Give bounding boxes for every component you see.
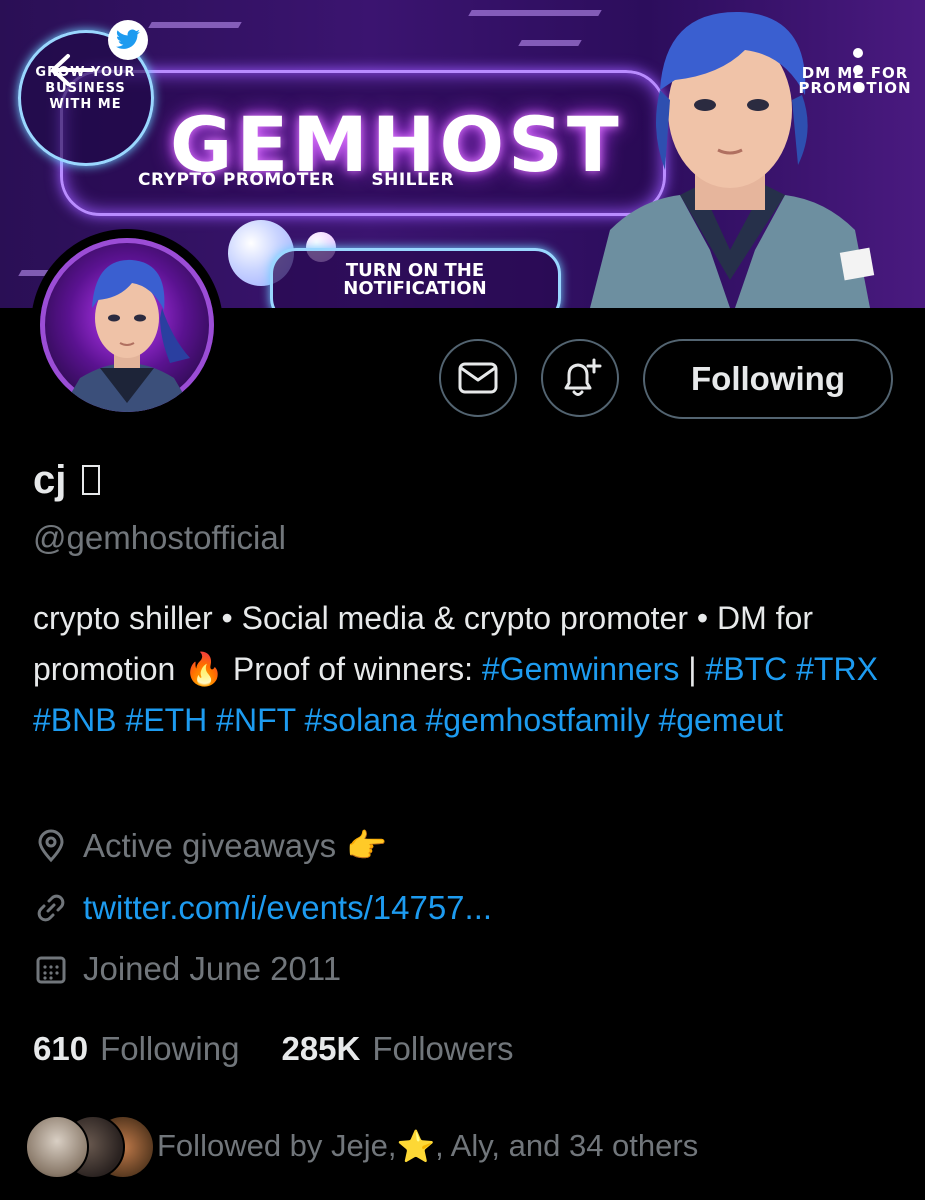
following-label: Following xyxy=(100,1030,240,1067)
url-row: twitter.com/i/events/14757... xyxy=(33,888,492,928)
profile-avatar[interactable] xyxy=(31,229,223,421)
following-count: 610 xyxy=(33,1030,89,1067)
banner-notify-text: TURN ON THE NOTIFICATION xyxy=(343,260,487,299)
fire-emoji-icon: 🔥 xyxy=(184,651,225,687)
location-row: Active giveaways 👉 xyxy=(33,826,387,866)
more-options-button[interactable] xyxy=(838,44,878,96)
link-icon xyxy=(33,890,69,926)
pointing-right-emoji-icon: 👉 xyxy=(346,826,388,864)
avatar-image xyxy=(40,238,214,412)
followers-count: 285K xyxy=(281,1030,361,1067)
back-button[interactable] xyxy=(46,48,96,92)
banner-subtitle: CRYPTO PROMOTER SHILLER xyxy=(138,170,454,190)
followed-by-row[interactable]: Followed by Jeje, ⭐, Aly, and 34 others xyxy=(25,1113,698,1179)
profile-bio: crypto shiller • Social media & crypto p… xyxy=(33,593,903,746)
banner-subtitle-right: SHILLER xyxy=(371,170,455,190)
envelope-icon xyxy=(458,362,498,394)
banner-subtitle-left: CRYPTO PROMOTER xyxy=(138,170,335,190)
followed-by-text: , Aly, and 34 others xyxy=(435,1128,699,1163)
followers-label: Followers xyxy=(372,1030,514,1067)
followers-stat[interactable]: 285K Followers xyxy=(281,1030,513,1068)
profile-stats: 610 Following 285K Followers xyxy=(33,1027,514,1071)
bio-separator: | xyxy=(679,651,706,687)
followed-by-text: Followed by Jeje, xyxy=(157,1128,397,1163)
banner-streak xyxy=(148,22,242,28)
location-text: Active giveaways xyxy=(83,827,337,864)
unknown-glyph-icon xyxy=(82,465,101,495)
location-pin-icon xyxy=(33,828,69,864)
bell-plus-icon xyxy=(564,358,602,396)
star-emoji-icon: ⭐ xyxy=(396,1128,436,1164)
arrow-left-icon xyxy=(51,54,94,86)
following-button[interactable]: Following xyxy=(643,339,893,419)
bio-text: Proof of winners: xyxy=(224,651,482,687)
avatar xyxy=(25,1115,89,1179)
more-vertical-icon xyxy=(853,48,863,92)
mutual-follower-avatars xyxy=(25,1115,155,1179)
message-button[interactable] xyxy=(439,339,517,417)
twitter-bird-icon xyxy=(108,20,148,60)
hashtag-link[interactable]: #Gemwinners xyxy=(482,651,679,687)
joined-row: Joined June 2011 xyxy=(33,949,341,989)
profile-handle: @gemhostofficial xyxy=(33,519,287,556)
notifications-button[interactable] xyxy=(541,339,619,417)
profile-name: cj xyxy=(33,458,101,503)
profile-url-link[interactable]: twitter.com/i/events/14757... xyxy=(83,889,492,927)
display-name: cj xyxy=(33,458,67,502)
joined-text: Joined June 2011 xyxy=(83,950,342,987)
calendar-icon xyxy=(33,951,69,987)
following-stat[interactable]: 610 Following xyxy=(33,1030,239,1068)
avatar-portrait xyxy=(60,259,194,412)
